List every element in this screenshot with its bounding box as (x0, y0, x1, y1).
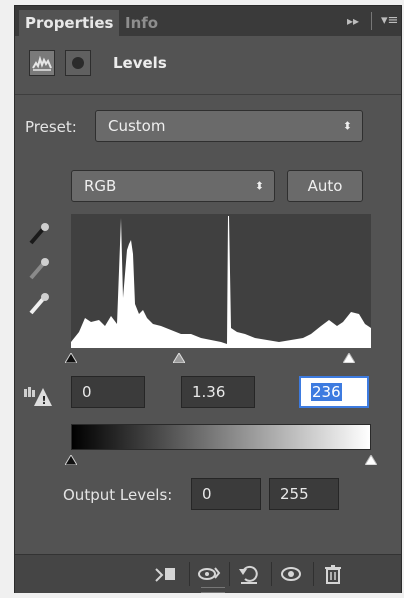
input-white-field[interactable]: 236 (299, 376, 369, 408)
eye-icon[interactable] (279, 563, 303, 585)
collapse-icon[interactable]: ▸▸ (347, 14, 359, 28)
channel-dropdown[interactable]: RGB ⬍ (71, 170, 275, 202)
eyedropper-white-icon[interactable] (27, 291, 51, 317)
output-black-field[interactable]: 0 (191, 478, 261, 510)
eyedropper-gray-icon[interactable] (27, 256, 51, 282)
panel-footer (15, 554, 401, 593)
output-white-slider[interactable] (364, 450, 378, 466)
footer-divider (271, 562, 272, 586)
histogram-graph (71, 216, 371, 348)
histogram-icon[interactable] (29, 50, 55, 76)
panel-tools: ▸▸ ▾≡ (341, 6, 401, 36)
tab-properties[interactable]: Properties (19, 10, 119, 36)
eyedropper-black-icon[interactable] (27, 221, 51, 247)
output-levels-label: Output Levels: (63, 486, 173, 504)
properties-panel: Properties Info ▸▸ ▾≡ Levels Preset: Cus… (14, 5, 402, 593)
panel-header: Levels (15, 36, 401, 95)
histogram (71, 214, 371, 348)
input-white-slider[interactable] (342, 348, 356, 364)
preset-value: Custom (108, 117, 166, 135)
output-gradient (71, 424, 371, 450)
updown-arrow-icon: ⬍ (342, 119, 352, 133)
updown-arrow-icon: ⬍ (254, 179, 264, 193)
footer-divider (189, 562, 190, 586)
warning-icon: ! (23, 384, 53, 408)
input-gray-slider[interactable] (172, 348, 186, 364)
auto-button[interactable]: Auto (287, 170, 363, 202)
preset-dropdown[interactable]: Custom ⬍ (95, 110, 363, 142)
tab-divider (371, 12, 372, 30)
svg-text:!: ! (42, 394, 47, 407)
layer-mask-icon[interactable] (65, 50, 91, 76)
tab-info[interactable]: Info (119, 10, 164, 36)
trash-icon[interactable] (321, 563, 345, 585)
clip-to-layer-icon[interactable] (153, 563, 177, 585)
preset-label: Preset: (25, 118, 77, 136)
input-white-value: 236 (311, 383, 342, 401)
output-white-field[interactable]: 255 (269, 478, 339, 510)
view-previous-icon[interactable] (197, 563, 221, 585)
output-black-slider[interactable] (64, 450, 78, 466)
tab-bar: Properties Info ▸▸ ▾≡ (15, 6, 401, 36)
histogram-shape (71, 216, 371, 348)
panel-title: Levels (113, 54, 167, 72)
footer-divider (313, 562, 314, 586)
footer-divider (229, 562, 230, 586)
resize-grip[interactable] (201, 587, 225, 593)
panel-menu-icon[interactable]: ▾≡ (381, 13, 398, 28)
input-gamma-field[interactable]: 1.36 (181, 376, 255, 408)
input-black-field[interactable]: 0 (71, 376, 145, 408)
channel-value: RGB (84, 177, 117, 195)
input-black-slider[interactable] (64, 348, 78, 364)
reset-icon[interactable] (237, 563, 261, 585)
mask-circle (72, 57, 84, 69)
